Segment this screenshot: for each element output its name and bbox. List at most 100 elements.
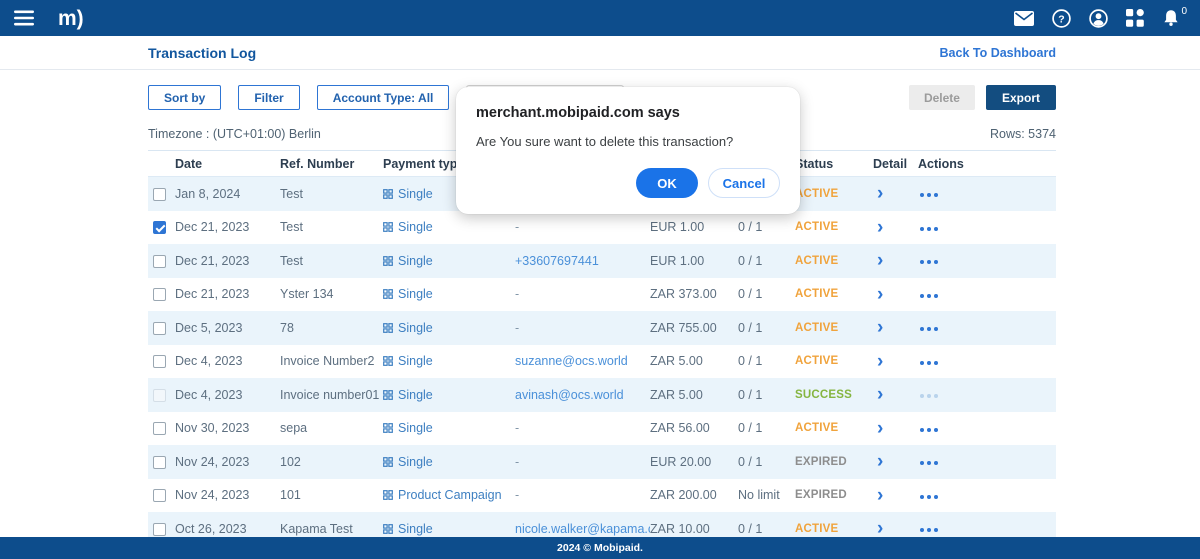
payment-type-label: Single	[398, 287, 433, 301]
cell-contact[interactable]: nicole.walker@kapama.com	[515, 522, 650, 536]
account-type-button[interactable]: Account Type: All	[317, 85, 450, 110]
delete-button[interactable]: Delete	[909, 85, 975, 110]
row-checkbox[interactable]	[153, 221, 166, 234]
cell-ref-number: Test	[280, 187, 383, 201]
cell-contact[interactable]: -	[515, 421, 650, 435]
row-checkbox[interactable]	[153, 288, 166, 301]
cell-payments-count: 0 / 1	[738, 254, 795, 268]
actions-menu-icon[interactable]	[918, 491, 940, 503]
apps-grid-icon[interactable]	[1126, 9, 1144, 27]
actions-menu-icon[interactable]	[918, 457, 940, 469]
cell-payment-type: Single	[383, 421, 515, 435]
payment-type-grid-icon	[383, 457, 393, 467]
row-checkbox[interactable]	[153, 523, 166, 536]
payment-type-label: Single	[398, 522, 433, 536]
table-row: Dec 21, 2023 Test Single +33607697441 EU…	[148, 244, 1056, 278]
row-checkbox[interactable]	[153, 188, 166, 201]
cell-contact[interactable]: -	[515, 220, 650, 234]
cell-date: Dec 21, 2023	[175, 254, 280, 268]
payment-type-label: Single	[398, 254, 433, 268]
detail-chevron-icon[interactable]: ›	[873, 352, 887, 371]
cell-payment-type: Single	[383, 287, 515, 301]
detail-chevron-icon[interactable]: ›	[873, 452, 887, 471]
row-checkbox[interactable]	[153, 322, 166, 335]
cell-date: Dec 21, 2023	[175, 287, 280, 301]
payment-type-grid-icon	[383, 222, 393, 232]
actions-menu-icon[interactable]	[918, 256, 940, 268]
actions-menu-icon[interactable]	[918, 524, 940, 536]
actions-menu-icon[interactable]	[918, 223, 940, 235]
row-checkbox[interactable]	[153, 389, 166, 402]
cell-date: Nov 24, 2023	[175, 455, 280, 469]
cell-contact[interactable]: -	[515, 287, 650, 301]
rows-count-label: Rows: 5374	[990, 127, 1056, 141]
sort-by-button[interactable]: Sort by	[148, 85, 221, 110]
row-checkbox[interactable]	[153, 456, 166, 469]
row-checkbox[interactable]	[153, 489, 166, 502]
cell-payment-type: Single	[383, 522, 515, 536]
detail-chevron-icon[interactable]: ›	[873, 285, 887, 304]
detail-chevron-icon[interactable]: ›	[873, 184, 887, 203]
detail-chevron-icon[interactable]: ›	[873, 419, 887, 438]
copyright-label: 2024 © Mobipaid.	[557, 542, 643, 554]
actions-menu-icon[interactable]	[918, 390, 940, 402]
back-to-dashboard-link[interactable]: Back To Dashboard	[940, 46, 1056, 60]
row-checkbox[interactable]	[153, 355, 166, 368]
user-icon[interactable]	[1089, 9, 1108, 28]
cell-ref-number: 102	[280, 455, 383, 469]
actions-menu-icon[interactable]	[918, 290, 940, 302]
cell-payments-count: 0 / 1	[738, 455, 795, 469]
table-row: Dec 5, 2023 78 Single - ZAR 755.00 0 / 1…	[148, 311, 1056, 345]
payment-type-grid-icon	[383, 423, 393, 433]
detail-chevron-icon[interactable]: ›	[873, 385, 887, 404]
menu-icon[interactable]	[14, 10, 34, 26]
detail-chevron-icon[interactable]: ›	[873, 486, 887, 505]
header-date: Date	[175, 157, 280, 171]
cell-contact[interactable]: -	[515, 455, 650, 469]
cell-contact[interactable]: +33607697441	[515, 254, 650, 268]
table-row: Nov 24, 2023 101 Product Campaign - ZAR …	[148, 479, 1056, 513]
table-body: Jan 8, 2024 Test Single ACTIVE › Dec 21,…	[148, 177, 1056, 546]
mail-icon[interactable]	[1014, 11, 1034, 26]
cell-date: Dec 4, 2023	[175, 354, 280, 368]
alert-dialog: merchant.mobipaid.com says Are You sure …	[456, 87, 800, 214]
cell-payment-type: Single	[383, 455, 515, 469]
cell-ref-number: Test	[280, 254, 383, 268]
help-icon[interactable]: ?	[1052, 9, 1071, 28]
export-button[interactable]: Export	[986, 85, 1056, 110]
payment-type-label: Single	[398, 421, 433, 435]
detail-chevron-icon[interactable]: ›	[873, 519, 887, 538]
detail-chevron-icon[interactable]: ›	[873, 251, 887, 270]
dialog-ok-button[interactable]: OK	[636, 168, 698, 198]
bell-icon[interactable]: 0	[1162, 9, 1180, 27]
cell-contact[interactable]: -	[515, 321, 650, 335]
actions-menu-icon[interactable]	[918, 189, 940, 201]
cell-date: Dec 21, 2023	[175, 220, 280, 234]
table-row: Dec 4, 2023 Invoice Number2 Single suzan…	[148, 345, 1056, 379]
cell-contact[interactable]: suzanne@ocs.world	[515, 354, 650, 368]
payment-type-grid-icon	[383, 390, 393, 400]
actions-menu-icon[interactable]	[918, 357, 940, 369]
cell-ref-number: 101	[280, 488, 383, 502]
mobipaid-logo[interactable]: m)	[58, 8, 84, 29]
cell-ref-number: sepa	[280, 421, 383, 435]
actions-menu-icon[interactable]	[918, 424, 940, 436]
cell-contact[interactable]: -	[515, 488, 650, 502]
cell-amount: ZAR 200.00	[650, 488, 738, 502]
payment-type-grid-icon	[383, 289, 393, 299]
table-row: Nov 30, 2023 sepa Single - ZAR 56.00 0 /…	[148, 412, 1056, 446]
cell-contact[interactable]: avinash@ocs.world	[515, 388, 650, 402]
cell-amount: ZAR 5.00	[650, 388, 738, 402]
cell-ref-number: Invoice Number2	[280, 354, 383, 368]
cell-payment-type: Single	[383, 254, 515, 268]
cell-payments-count: No limit	[738, 488, 795, 502]
cell-payment-type: Single	[383, 354, 515, 368]
detail-chevron-icon[interactable]: ›	[873, 218, 887, 237]
dialog-cancel-button[interactable]: Cancel	[708, 168, 780, 198]
page-footer: 2024 © Mobipaid.	[0, 537, 1200, 559]
filter-button[interactable]: Filter	[238, 85, 299, 110]
row-checkbox[interactable]	[153, 255, 166, 268]
actions-menu-icon[interactable]	[918, 323, 940, 335]
row-checkbox[interactable]	[153, 422, 166, 435]
detail-chevron-icon[interactable]: ›	[873, 318, 887, 337]
